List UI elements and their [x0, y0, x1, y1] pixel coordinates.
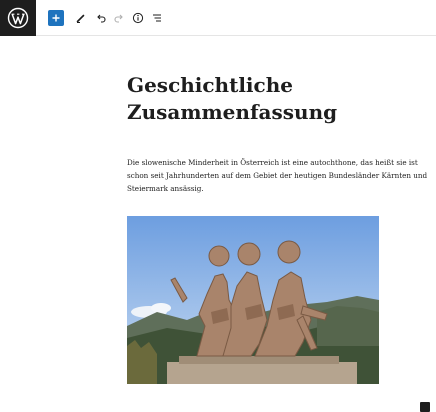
toggle-block-inserter-icon[interactable]: [420, 402, 430, 412]
list-view-button[interactable]: [150, 8, 164, 28]
list-view-icon: [153, 14, 161, 22]
post-title[interactable]: Geschichtliche Zusammenfassung: [127, 72, 387, 126]
pencil-icon: [76, 14, 85, 23]
undo-button[interactable]: [94, 8, 108, 28]
add-block-button[interactable]: [48, 10, 64, 26]
editor-toolbar: [0, 0, 436, 36]
redo-icon: [114, 14, 123, 23]
undo-icon: [97, 14, 106, 23]
plus-icon: [52, 14, 60, 22]
tools-button[interactable]: [74, 8, 88, 28]
paragraph-block[interactable]: Die slowenische Minderheit in Österreich…: [127, 156, 436, 195]
wordpress-logo-icon[interactable]: [0, 0, 36, 36]
details-button[interactable]: [131, 8, 145, 28]
image-block[interactable]: [127, 216, 379, 384]
info-icon: [132, 12, 144, 24]
partisan-monument-image: [127, 216, 379, 384]
redo-button[interactable]: [112, 8, 126, 28]
